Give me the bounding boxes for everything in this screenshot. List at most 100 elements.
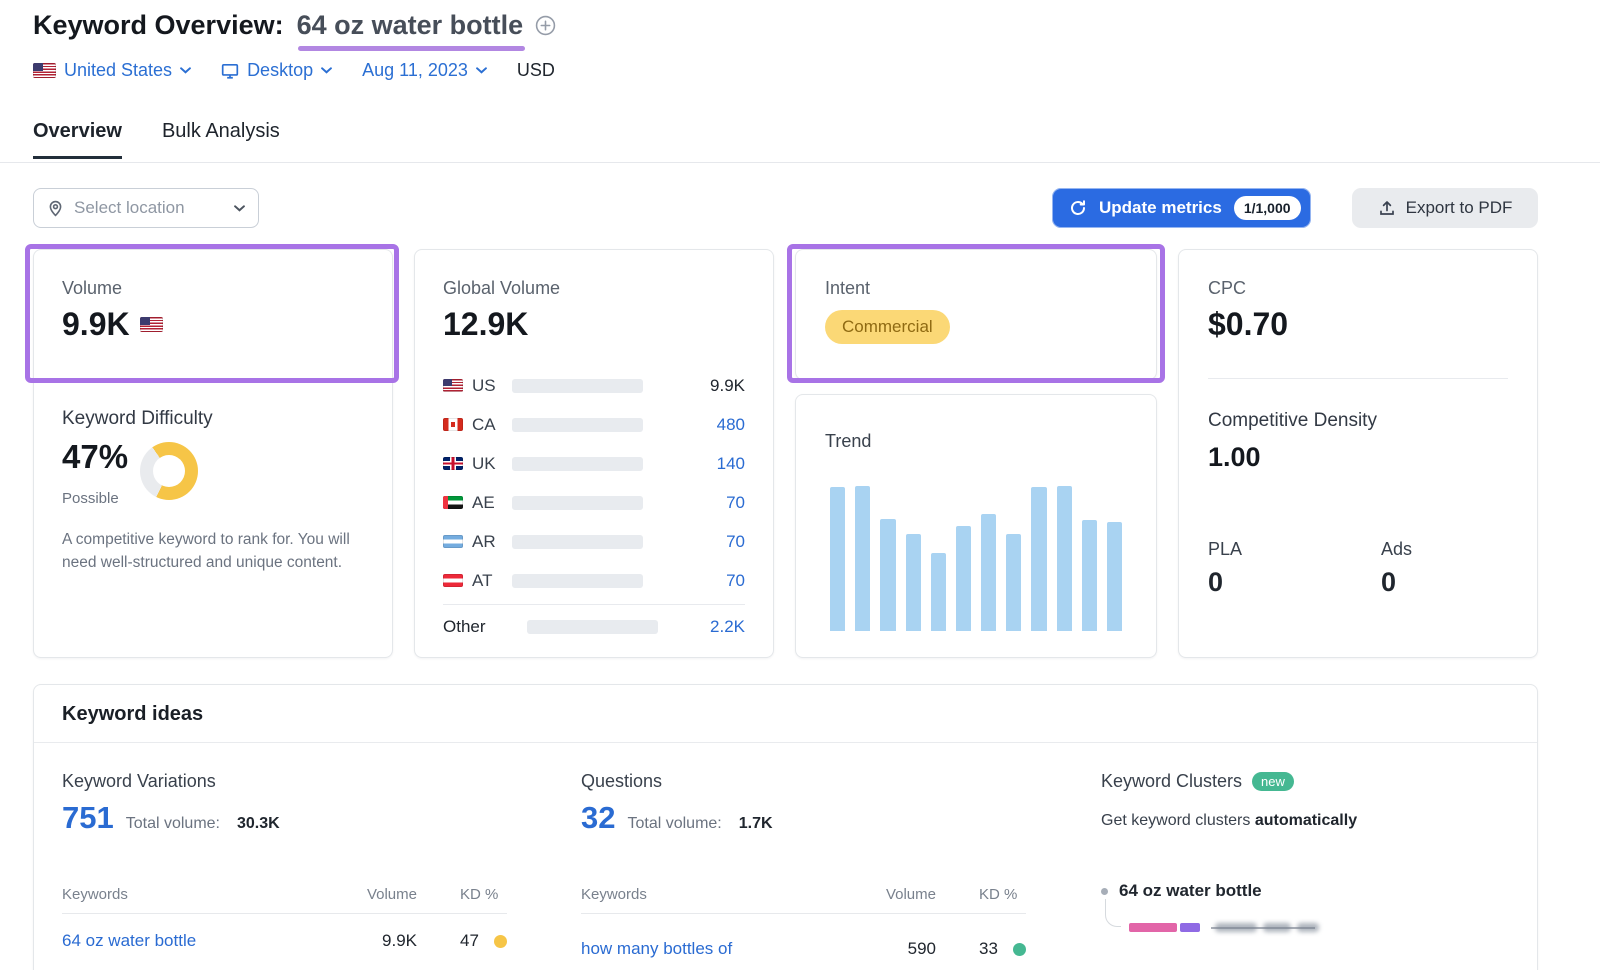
country-code: UK xyxy=(472,454,506,474)
country-volume-link[interactable]: 70 xyxy=(726,571,745,591)
divider xyxy=(1208,378,1508,379)
intent-card: Intent Commercial xyxy=(795,249,1157,380)
page-header: Keyword Overview: 64 oz water bottle xyxy=(33,10,556,41)
at-flag-icon xyxy=(443,574,463,587)
other-volume-link[interactable]: 2.2K xyxy=(710,617,745,637)
kd-cell: 47 xyxy=(460,931,479,951)
keyword-variations-section: Keyword Variations 751 Total volume: 30.3… xyxy=(62,771,507,836)
tabs-divider xyxy=(0,162,1600,163)
keyword-link[interactable]: how many bottles of xyxy=(581,939,732,959)
kd-description: A competitive keyword to rank for. You w… xyxy=(62,528,358,574)
ca-flag-icon xyxy=(443,418,463,431)
chevron-down-icon xyxy=(180,67,191,74)
keyword-term-wrap: 64 oz water bottle xyxy=(297,10,524,41)
trend-label: Trend xyxy=(825,431,871,452)
tabs: Overview Bulk Analysis xyxy=(33,120,280,159)
us-flag-icon xyxy=(443,379,463,392)
global-volume-value: 12.9K xyxy=(443,306,528,343)
questions-label: Questions xyxy=(581,771,1026,792)
us-flag-icon xyxy=(140,317,163,332)
update-metrics-button[interactable]: Update metrics 1/1,000 xyxy=(1052,188,1311,228)
country-code: AR xyxy=(472,532,506,552)
keyword-variations-count[interactable]: 751 xyxy=(62,800,114,836)
table-row: Other 2.2K xyxy=(443,611,745,643)
cluster-preview xyxy=(1105,923,1405,963)
trend-bar xyxy=(1031,487,1046,631)
page-title: Keyword Overview: xyxy=(33,10,284,41)
kd-donut-chart xyxy=(140,442,198,500)
cluster-list-item[interactable]: 64 oz water bottle xyxy=(1101,881,1262,901)
device-select-label: Desktop xyxy=(247,60,313,81)
country-code: AT xyxy=(472,571,506,591)
intent-badge[interactable]: Commercial xyxy=(825,310,950,344)
volume-value: 9.9K xyxy=(62,306,130,343)
tab-overview[interactable]: Overview xyxy=(33,120,122,159)
column-keywords: Keywords xyxy=(581,886,647,903)
total-volume-value: 30.3K xyxy=(237,815,280,833)
trend-bar xyxy=(880,519,895,632)
volume-bar xyxy=(512,574,643,588)
filters-row: United States Desktop Aug 11, 2023 USD xyxy=(33,60,555,81)
column-keywords: Keywords xyxy=(62,886,128,903)
trend-bar xyxy=(830,487,845,631)
select-location-dropdown[interactable]: Select location xyxy=(33,188,259,228)
trend-card: Trend xyxy=(795,394,1157,658)
keyword-difficulty-value: 47% xyxy=(62,438,128,476)
volume-cell: 590 xyxy=(849,939,936,959)
us-flag-icon xyxy=(33,63,56,78)
volume-bar xyxy=(512,418,643,432)
questions-count[interactable]: 32 xyxy=(581,800,615,836)
trend-bar xyxy=(1006,534,1021,632)
kd-cell: 33 xyxy=(979,939,998,959)
uk-flag-icon xyxy=(443,457,463,470)
keyword-highlight-underline xyxy=(298,46,526,51)
cluster-segment-pink xyxy=(1129,923,1177,932)
export-icon xyxy=(1378,199,1396,217)
kd-level: Possible xyxy=(62,490,119,507)
volume-bar xyxy=(512,496,643,510)
keyword-link[interactable]: 64 oz water bottle xyxy=(62,931,196,951)
table-row: AT 70 xyxy=(443,561,745,600)
column-kd: KD % xyxy=(460,886,498,903)
volume-bar xyxy=(512,379,643,393)
divider xyxy=(34,742,1537,743)
country-volume-link[interactable]: 70 xyxy=(726,493,745,513)
trend-bar xyxy=(855,486,870,632)
other-label: Other xyxy=(443,617,509,637)
keyword-clusters-section: Keyword Clusters new Get keyword cluster… xyxy=(1101,771,1521,830)
ads-label: Ads xyxy=(1381,539,1412,560)
chevron-down-icon xyxy=(234,205,245,212)
total-volume-label: Total volume: xyxy=(126,815,220,833)
add-keyword-icon[interactable] xyxy=(535,15,556,36)
global-volume-rows: US 9.9K CA 480 UK 140 AE 70 xyxy=(443,366,745,643)
trend-bars xyxy=(830,481,1122,631)
country-volume-link[interactable]: 480 xyxy=(717,415,745,435)
kd-indicator-dot xyxy=(494,935,507,948)
country-volume-link[interactable]: 70 xyxy=(726,532,745,552)
date-select[interactable]: Aug 11, 2023 xyxy=(362,60,487,81)
questions-section: Questions 32 Total volume:1.7K Keywords … xyxy=(581,771,1026,836)
competitive-density-label: Competitive Density xyxy=(1208,410,1377,432)
cpc-label: CPC xyxy=(1208,278,1246,299)
export-pdf-button[interactable]: Export to PDF xyxy=(1352,188,1538,228)
keyword-variations-label: Keyword Variations xyxy=(62,771,507,792)
volume-bar xyxy=(512,457,643,471)
kd-indicator-dot xyxy=(1013,943,1026,956)
volume-bar xyxy=(527,620,658,634)
tab-bulk-analysis[interactable]: Bulk Analysis xyxy=(162,120,280,159)
trend-bar xyxy=(1057,486,1072,632)
keyword-difficulty-label: Keyword Difficulty xyxy=(62,408,213,430)
update-metrics-label: Update metrics xyxy=(1099,198,1222,218)
keyword-clusters-label: Keyword Clusters xyxy=(1101,771,1242,792)
export-pdf-label: Export to PDF xyxy=(1406,198,1513,218)
country-volume-link[interactable]: 140 xyxy=(717,454,745,474)
bullet-icon xyxy=(1101,888,1108,895)
device-select[interactable]: Desktop xyxy=(221,60,332,81)
country-select[interactable]: United States xyxy=(33,60,191,81)
ae-flag-icon xyxy=(443,496,463,509)
desktop-icon xyxy=(221,62,239,80)
trend-bar xyxy=(981,514,996,631)
country-volume: 9.9K xyxy=(710,376,745,396)
strikethrough-line xyxy=(1211,927,1315,929)
volume-bar xyxy=(512,535,643,549)
